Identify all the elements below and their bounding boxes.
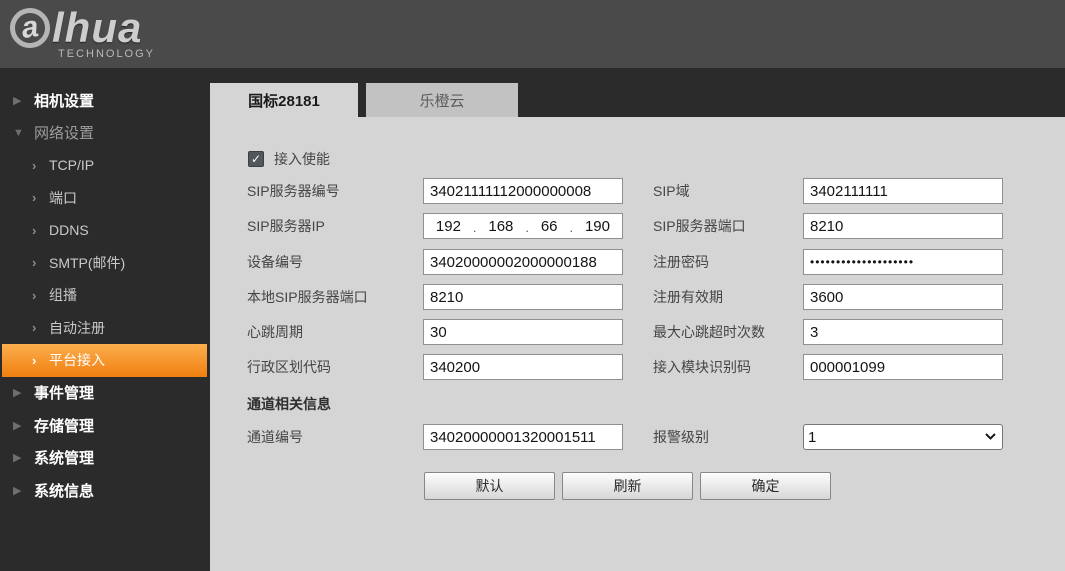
sip-server-ip-label: SIP服务器IP bbox=[247, 213, 325, 239]
refresh-button[interactable]: 刷新 bbox=[562, 472, 693, 500]
sip-server-id-label: SIP服务器编号 bbox=[247, 178, 340, 204]
tab-gb28181[interactable]: 国标28181 bbox=[210, 83, 358, 117]
access-enable-label: 接入使能 bbox=[274, 151, 330, 167]
sidebar-nav: ▶ 相机设置 ▼ 网络设置 › TCP/IP › 端口 › DDNS › SMT… bbox=[0, 68, 210, 571]
register-password-input[interactable] bbox=[803, 249, 1003, 275]
sidebar-item-camera-settings[interactable]: ▶ 相机设置 bbox=[0, 84, 210, 117]
sidebar-item-ddns[interactable]: › DDNS bbox=[0, 214, 210, 247]
sip-server-id-input[interactable] bbox=[423, 178, 623, 204]
sidebar-item-system-management[interactable]: ▶ 系统管理 bbox=[0, 442, 210, 475]
ip-octet-1[interactable]: 192 bbox=[436, 218, 461, 235]
tab-bar: 国标28181 乐橙云 bbox=[210, 68, 1065, 117]
device-id-input[interactable] bbox=[423, 249, 623, 275]
dahua-logo: a lhua TECHNOLOGY bbox=[10, 4, 155, 60]
sidebar-item-tcpip[interactable]: › TCP/IP bbox=[0, 149, 210, 182]
collapsed-arrow-icon: ▶ bbox=[13, 94, 25, 107]
local-sip-port-input[interactable] bbox=[423, 284, 623, 310]
sidebar-item-port[interactable]: › 端口 bbox=[0, 182, 210, 215]
confirm-button[interactable]: 确定 bbox=[700, 472, 831, 500]
sidebar-item-multicast[interactable]: › 组播 bbox=[0, 279, 210, 312]
sidebar-item-auto-register[interactable]: › 自动注册 bbox=[0, 312, 210, 345]
register-valid-period-input[interactable] bbox=[803, 284, 1003, 310]
main-panel: 国标28181 乐橙云 ✓ 接入使能 SIP服务器编号 SIP域 SIP服务器I… bbox=[210, 68, 1065, 571]
default-button[interactable]: 默认 bbox=[424, 472, 555, 500]
ip-octet-4[interactable]: 190 bbox=[585, 218, 610, 235]
camera-web-ui: a lhua TECHNOLOGY ▶ 相机设置 ▼ 网络设置 › TCP/IP… bbox=[0, 0, 1065, 571]
chevron-right-icon: › bbox=[32, 353, 42, 368]
channel-id-input[interactable] bbox=[423, 424, 623, 450]
sip-server-ip-input[interactable]: 192 . 168 . 66 . 190 bbox=[423, 213, 623, 239]
channel-id-label: 通道编号 bbox=[247, 424, 303, 450]
admin-division-code-input[interactable] bbox=[423, 354, 623, 380]
chevron-right-icon: › bbox=[32, 320, 42, 335]
access-enable-checkbox[interactable]: ✓ bbox=[248, 151, 264, 167]
top-header: a lhua TECHNOLOGY bbox=[0, 0, 1065, 68]
sip-domain-input[interactable] bbox=[803, 178, 1003, 204]
chevron-right-icon: › bbox=[32, 223, 42, 238]
sidebar-item-platform-access[interactable]: › 平台接入 bbox=[2, 344, 207, 377]
chevron-right-icon: › bbox=[32, 255, 42, 270]
register-valid-period-label: 注册有效期 bbox=[653, 284, 723, 310]
local-sip-port-label: 本地SIP服务器端口 bbox=[247, 284, 368, 310]
heartbeat-period-label: 心跳周期 bbox=[247, 319, 303, 345]
heartbeat-period-input[interactable] bbox=[423, 319, 623, 345]
settings-form: ✓ 接入使能 SIP服务器编号 SIP域 SIP服务器IP 192 . 168 … bbox=[210, 117, 1065, 571]
sip-domain-label: SIP域 bbox=[653, 178, 690, 204]
collapsed-arrow-icon: ▶ bbox=[13, 419, 25, 432]
ip-octet-3[interactable]: 66 bbox=[541, 218, 558, 235]
logo-a-ring-icon: a bbox=[7, 5, 52, 50]
sidebar-item-system-info[interactable]: ▶ 系统信息 bbox=[0, 474, 210, 507]
admin-division-code-label: 行政区划代码 bbox=[247, 354, 331, 380]
max-heartbeat-timeout-label: 最大心跳超时次数 bbox=[653, 319, 765, 345]
expanded-arrow-icon: ▼ bbox=[13, 127, 25, 139]
register-password-label: 注册密码 bbox=[653, 249, 709, 275]
alarm-level-label: 报警级别 bbox=[653, 424, 709, 450]
sidebar-item-storage-management[interactable]: ▶ 存储管理 bbox=[0, 409, 210, 442]
chevron-right-icon: › bbox=[32, 190, 42, 205]
collapsed-arrow-icon: ▶ bbox=[13, 451, 25, 464]
sidebar-item-network-settings[interactable]: ▼ 网络设置 bbox=[0, 117, 210, 150]
access-module-id-input[interactable] bbox=[803, 354, 1003, 380]
sip-server-port-label: SIP服务器端口 bbox=[653, 213, 746, 239]
access-module-id-label: 接入模块识别码 bbox=[653, 354, 751, 380]
logo-subtext: TECHNOLOGY bbox=[58, 48, 155, 60]
chevron-right-icon: › bbox=[32, 158, 42, 173]
sidebar-item-event-management[interactable]: ▶ 事件管理 bbox=[0, 377, 210, 410]
collapsed-arrow-icon: ▶ bbox=[13, 386, 25, 399]
ip-octet-2[interactable]: 168 bbox=[488, 218, 513, 235]
alarm-level-select-wrap: 1 bbox=[803, 424, 1003, 450]
chevron-right-icon: › bbox=[32, 288, 42, 303]
max-heartbeat-timeout-input[interactable] bbox=[803, 319, 1003, 345]
logo-text: lhua bbox=[52, 4, 142, 52]
collapsed-arrow-icon: ▶ bbox=[13, 484, 25, 497]
sidebar-item-smtp[interactable]: › SMTP(邮件) bbox=[0, 247, 210, 280]
alarm-level-select[interactable]: 1 bbox=[803, 424, 1003, 450]
channel-info-section-header: 通道相关信息 bbox=[247, 394, 331, 414]
sip-server-port-input[interactable] bbox=[803, 213, 1003, 239]
device-id-label: 设备编号 bbox=[247, 249, 303, 275]
tab-lechengyun[interactable]: 乐橙云 bbox=[366, 83, 518, 117]
